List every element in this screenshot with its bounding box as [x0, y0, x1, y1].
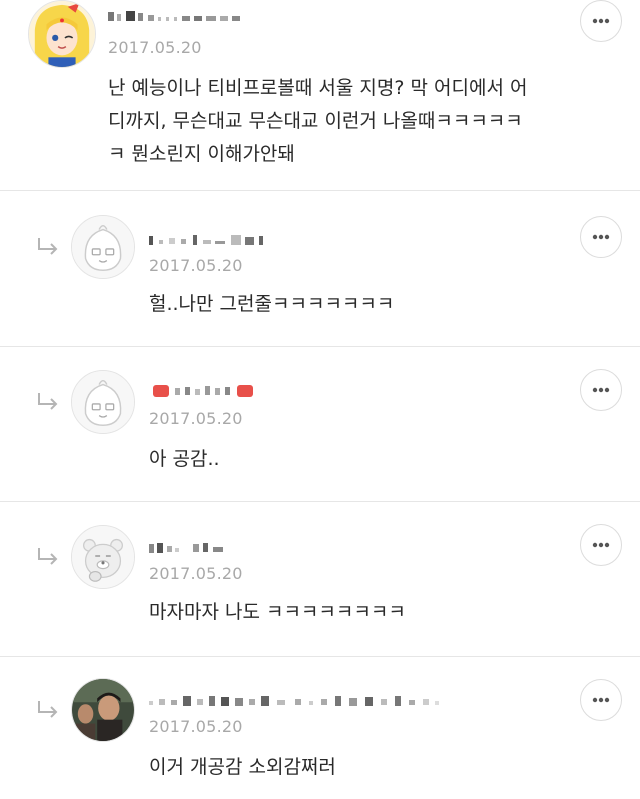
comment-text-line: 헐..나만 그런줄ㅋㅋㅋㅋㅋㅋㅋ [149, 293, 395, 315]
more-options-button[interactable] [580, 0, 622, 42]
reply-arrow-icon [36, 391, 60, 411]
nickname-blurred[interactable] [149, 383, 269, 399]
nickname-blurred[interactable] [149, 693, 441, 709]
comment-text: 아 공감.. [149, 443, 589, 476]
comment-text-line: 이거 개공감 소외감쩌러 [149, 756, 336, 778]
default-ryan-avatar[interactable] [71, 525, 135, 589]
more-options-icon [592, 18, 610, 24]
comment-text-line: 난 예능이나 티비프로볼때 서울 지명? 막 어디에서 어 [108, 77, 528, 99]
comment-date: 2017.05.20 [149, 409, 243, 428]
more-options-icon [592, 542, 610, 548]
comment-text: 마자마자 나도 ㅋㅋㅋㅋㅋㅋㅋㅋ [149, 596, 589, 629]
more-options-icon [592, 697, 610, 703]
sailor-moon-avatar[interactable] [28, 0, 96, 68]
comment-item: 2017.05.20 난 예능이나 티비프로볼때 서울 지명? 막 어디에서 어… [0, 0, 640, 191]
comment-text-line: 마자마자 나도 ㅋㅋㅋㅋㅋㅋㅋㅋ [149, 601, 406, 623]
comment-text: 이거 개공감 소외감쩌러 [149, 751, 589, 784]
comment-text: 난 예능이나 티비프로볼때 서울 지명? 막 어디에서 어 디까지, 무슨대교 … [108, 72, 608, 171]
reply-arrow-icon [36, 236, 60, 256]
comment-text-line: 아 공감.. [149, 448, 220, 470]
comment-date: 2017.05.20 [108, 38, 202, 57]
reply-arrow-icon [36, 546, 60, 566]
default-peach-avatar[interactable] [71, 215, 135, 279]
more-options-button[interactable] [580, 524, 622, 566]
comment-text-line: 디까지, 무슨대교 무슨대교 이런거 나올때ㅋㅋㅋㅋㅋ [108, 110, 523, 132]
nickname-blurred[interactable] [149, 232, 271, 248]
more-options-button[interactable] [580, 216, 622, 258]
default-peach-avatar[interactable] [71, 370, 135, 434]
comment-text: 헐..나만 그런줄ㅋㅋㅋㅋㅋㅋㅋ [149, 288, 589, 321]
reply-arrow-icon [36, 699, 60, 719]
comment-text-line: ㅋ 뭔소린지 이해가안돼 [108, 143, 295, 165]
reply-item: 2017.05.20 마자마자 나도 ㅋㅋㅋㅋㅋㅋㅋㅋ [0, 502, 640, 657]
more-options-icon [592, 387, 610, 393]
reply-item: 2017.05.20 헐..나만 그런줄ㅋㅋㅋㅋㅋㅋㅋ [0, 192, 640, 347]
more-options-icon [592, 234, 610, 240]
more-options-button[interactable] [580, 679, 622, 721]
nickname-blurred[interactable] [108, 8, 248, 24]
photo-avatar[interactable] [71, 678, 135, 742]
comment-date: 2017.05.20 [149, 256, 243, 275]
more-options-button[interactable] [580, 369, 622, 411]
comment-date: 2017.05.20 [149, 564, 243, 583]
nickname-blurred[interactable] [149, 540, 229, 556]
reply-item: 2017.05.20 이거 개공감 소외감쩌러 [0, 657, 640, 799]
comment-date: 2017.05.20 [149, 717, 243, 736]
reply-item: 2017.05.20 아 공감.. [0, 347, 640, 502]
